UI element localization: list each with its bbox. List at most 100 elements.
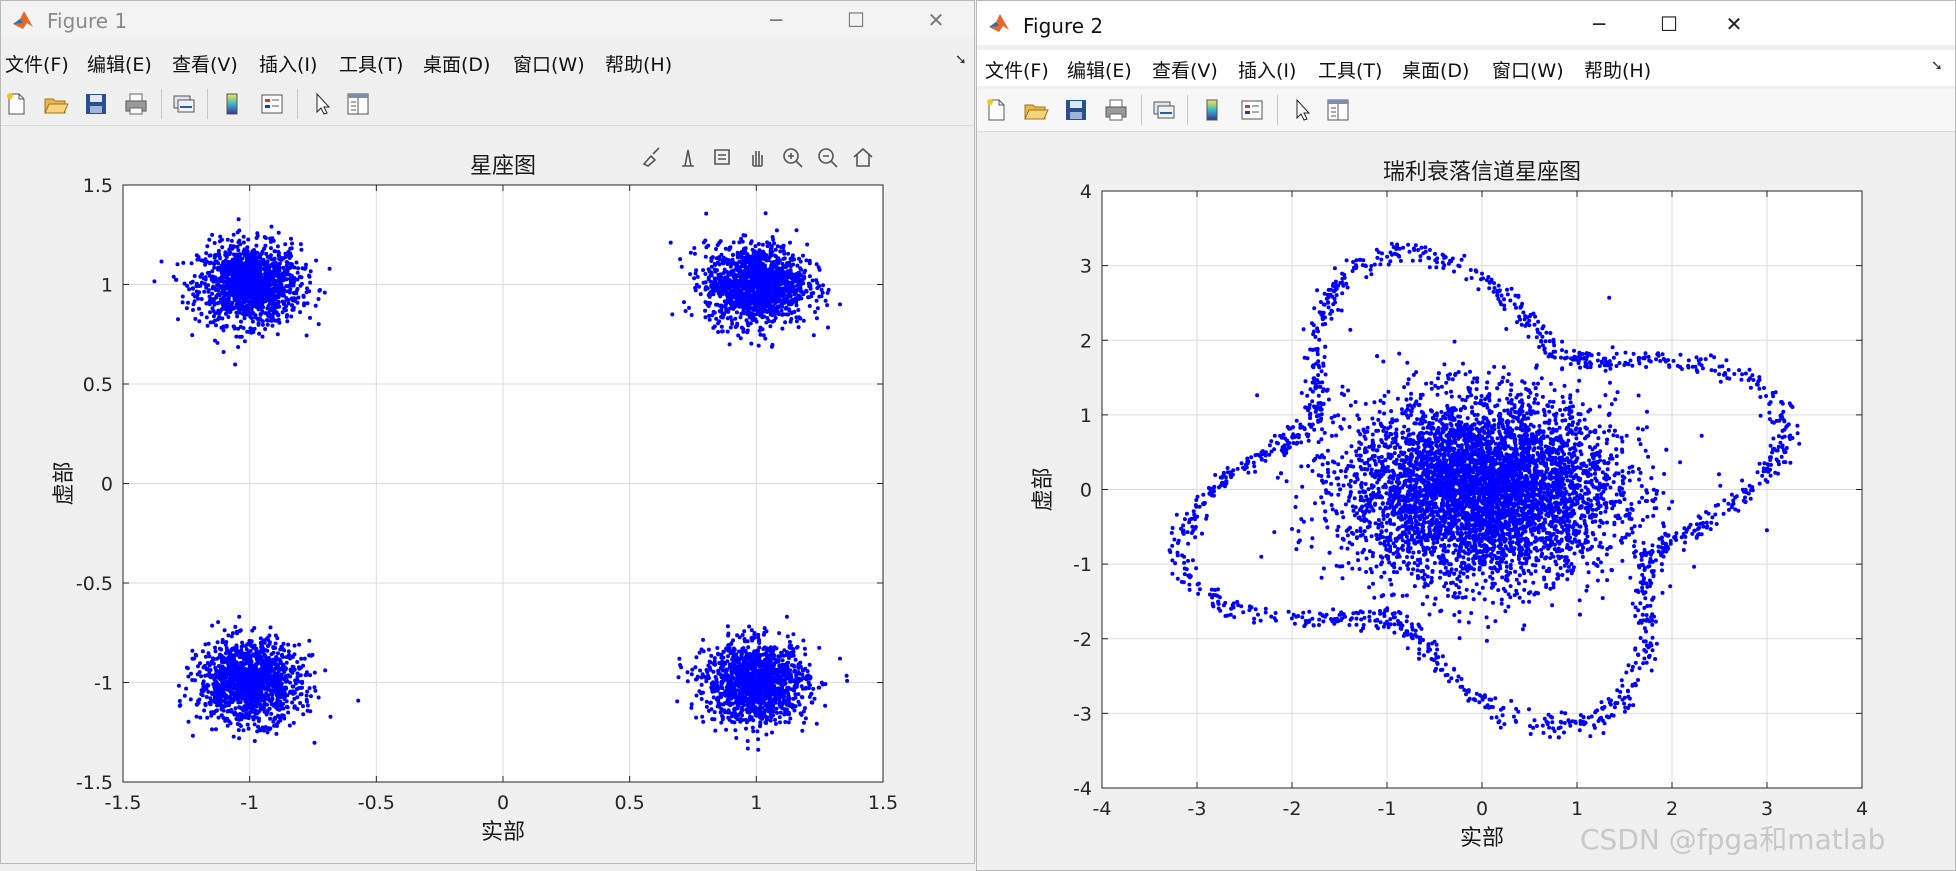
data-point [703,272,708,276]
data-point [262,662,267,667]
data-point [231,324,236,329]
data-point [247,680,252,685]
data-point [237,304,242,309]
data-point [284,296,289,301]
data-point [752,255,757,260]
toolbar-separator [207,89,208,119]
data-point [768,324,773,329]
data-point [216,669,221,674]
data-point [744,318,749,323]
link-plot-icon[interactable] [171,91,197,117]
data-point [263,327,268,331]
data-point [739,255,744,260]
data-point [286,673,291,678]
data-point [282,288,287,293]
data-point [216,300,221,305]
data-point [775,244,780,249]
data-point [263,291,268,296]
data-point [717,240,722,245]
data-point [224,291,228,296]
colorbar-icon[interactable] [219,91,245,117]
data-point [248,649,253,653]
data-point [298,310,303,315]
data-point [267,660,271,665]
legend-icon[interactable] [259,91,285,117]
data-point [177,699,182,703]
data-point [224,323,229,328]
data-point [222,284,227,289]
data-point [210,269,215,274]
data-point [269,711,274,716]
data-point [241,265,246,269]
data-point [249,251,254,256]
data-point [175,262,180,267]
minimize-button[interactable]: ─ [753,5,799,35]
data-point [256,678,261,682]
data-point [171,274,176,279]
data-point [305,689,310,694]
data-point [769,344,774,349]
data-point [182,281,187,286]
new-file-icon[interactable] [3,91,29,117]
data-point [807,662,812,667]
save-icon[interactable] [83,91,109,117]
data-point [821,283,825,288]
data-point [190,333,195,338]
menu-window[interactable]: 窗口(W) [513,50,585,77]
menu-view[interactable]: 查看(V) [172,50,238,77]
close-button[interactable]: ✕ [913,5,959,35]
data-point [237,736,242,741]
menu-file[interactable]: 文件(F) [5,50,69,77]
data-point [747,309,752,314]
data-point [769,269,774,274]
data-point [228,660,233,665]
data-point [263,648,268,653]
data-point [299,656,304,661]
data-point [194,714,199,719]
data-point [290,263,295,268]
data-point [252,626,257,630]
menu-edit[interactable]: 编辑(E) [87,50,152,77]
data-point [230,292,235,297]
data-point [743,257,748,261]
data-point [276,253,281,258]
data-point [782,712,787,717]
property-inspector-icon[interactable] [345,91,371,117]
data-point [234,662,239,667]
data-point [217,255,222,259]
menu-insert[interactable]: 插入(I) [259,50,317,77]
data-point [788,240,792,245]
menu-tools[interactable]: 工具(T) [339,50,403,77]
data-point [756,254,761,258]
data-point [783,277,788,282]
maximize-button[interactable]: ☐ [833,5,879,35]
open-folder-icon[interactable] [43,91,69,117]
data-point [725,269,729,274]
pointer-icon[interactable] [309,91,335,117]
data-point [713,728,718,733]
menu-help[interactable]: 帮助(H) [605,50,672,77]
menu-desktop[interactable]: 桌面(D) [423,50,490,77]
data-point [280,310,285,315]
data-point [263,299,268,304]
data-point [216,620,221,625]
data-point [215,317,220,322]
print-icon[interactable] [123,91,149,117]
data-point [718,290,722,295]
data-point [204,667,209,672]
data-point [753,299,758,304]
data-point [796,296,801,301]
data-point [796,692,801,697]
data-point [277,693,282,698]
data-point [685,679,690,684]
dock-arrow-icon[interactable]: ➘ [955,52,967,68]
data-point [190,286,195,291]
data-point [693,271,698,276]
data-point [210,623,215,628]
constellation-chart[interactable]: -1.5 -1 -0.5 0 0.5 1 1.5-1.5-1-0.500.511.5星座图实… [1,126,974,863]
data-point [289,246,294,251]
data-point [240,713,245,718]
data-point [731,253,735,257]
data-point [732,720,737,725]
data-point [219,268,224,273]
